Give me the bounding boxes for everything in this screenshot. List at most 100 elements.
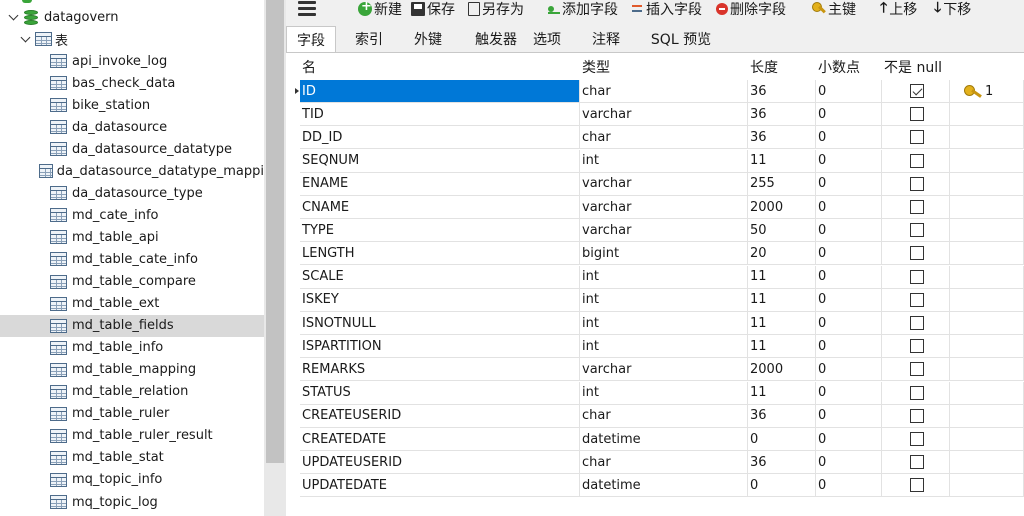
- tree-scrollbar[interactable]: [264, 0, 286, 516]
- tree-table-item[interactable]: da_datasource_type: [0, 182, 264, 204]
- field-decimals-cell[interactable]: 0: [816, 242, 882, 266]
- field-decimals-cell[interactable]: 0: [816, 80, 882, 103]
- field-not-null-cell[interactable]: [882, 381, 950, 405]
- chevron-down-icon[interactable]: [8, 11, 20, 23]
- table-row[interactable]: UPDATEDATE datetime 0 0: [286, 474, 1024, 498]
- tree-table-item[interactable]: mq_topic_log: [0, 491, 264, 513]
- field-type-cell[interactable]: varchar: [580, 196, 748, 219]
- field-not-null-cell[interactable]: [882, 358, 950, 382]
- chevron-down-icon[interactable]: [20, 33, 32, 45]
- field-decimals-cell[interactable]: 0: [816, 404, 882, 428]
- tab-fields[interactable]: 字段: [286, 26, 336, 52]
- field-type-cell[interactable]: varchar: [580, 103, 748, 127]
- field-not-null-cell[interactable]: [882, 428, 950, 451]
- field-key-cell[interactable]: [950, 149, 1024, 173]
- field-key-cell[interactable]: [950, 242, 1024, 266]
- tab-comments[interactable]: 注释: [584, 26, 628, 52]
- field-key-cell[interactable]: [950, 451, 1024, 475]
- field-decimals-cell[interactable]: 0: [816, 312, 882, 335]
- not-null-checkbox[interactable]: [910, 223, 924, 238]
- not-null-checkbox[interactable]: [910, 153, 924, 168]
- field-length-cell[interactable]: 11: [748, 288, 816, 312]
- tree-table-item[interactable]: md_table_mapping: [0, 359, 264, 381]
- field-length-cell[interactable]: 2000: [748, 358, 816, 382]
- field-decimals-cell[interactable]: 0: [816, 149, 882, 173]
- table-row[interactable]: TYPE varchar 50 0: [286, 219, 1024, 243]
- table-row[interactable]: CREATEDATE datetime 0 0: [286, 428, 1024, 451]
- tab-triggers[interactable]: 触发器: [468, 26, 524, 52]
- field-name-cell[interactable]: CREATEUSERID: [300, 404, 580, 428]
- field-length-cell[interactable]: 50: [748, 219, 816, 243]
- tab-foreign-keys[interactable]: 外键: [403, 26, 453, 52]
- not-null-checkbox[interactable]: [910, 246, 924, 261]
- table-row[interactable]: UPDATEUSERID char 36 0: [286, 451, 1024, 475]
- field-length-cell[interactable]: 255: [748, 172, 816, 196]
- column-header-not-null[interactable]: 不是 null: [882, 53, 950, 80]
- tab-sql-preview[interactable]: SQL 预览: [648, 26, 714, 52]
- not-null-checkbox[interactable]: [910, 107, 924, 122]
- table-row[interactable]: ISNOTNULL int 11 0: [286, 312, 1024, 335]
- field-decimals-cell[interactable]: 0: [816, 428, 882, 451]
- field-key-cell[interactable]: [950, 474, 1024, 498]
- field-length-cell[interactable]: 36: [748, 404, 816, 428]
- field-key-cell[interactable]: [950, 428, 1024, 451]
- add-field-button[interactable]: 添加字段: [548, 0, 618, 18]
- field-length-cell[interactable]: 11: [748, 381, 816, 405]
- field-not-null-cell[interactable]: [882, 196, 950, 219]
- field-key-cell[interactable]: [950, 265, 1024, 289]
- delete-field-button[interactable]: 删除字段: [716, 0, 786, 18]
- insert-field-button[interactable]: 插入字段: [632, 0, 702, 18]
- field-type-cell[interactable]: int: [580, 312, 748, 335]
- tree-table-item[interactable]: md_table_info: [0, 337, 264, 359]
- not-null-checkbox[interactable]: [910, 385, 924, 400]
- field-name-cell[interactable]: ISNOTNULL: [300, 312, 580, 335]
- tree-scrollbar-thumb[interactable]: [266, 0, 284, 463]
- field-key-cell[interactable]: [950, 381, 1024, 405]
- not-null-checkbox[interactable]: [910, 269, 924, 284]
- field-type-cell[interactable]: datetime: [580, 474, 748, 498]
- tree-table-item[interactable]: da_datasource_datatype_mappi: [0, 160, 264, 182]
- column-header-decimals[interactable]: 小数点: [816, 53, 882, 80]
- tree-tables-folder[interactable]: 表: [0, 28, 264, 50]
- field-name-cell[interactable]: ISPARTITION: [300, 335, 580, 359]
- field-length-cell[interactable]: 20: [748, 242, 816, 266]
- not-null-checkbox[interactable]: [910, 292, 924, 307]
- not-null-checkbox[interactable]: [910, 455, 924, 470]
- field-name-cell[interactable]: UPDATEDATE: [300, 474, 580, 498]
- not-null-checkbox[interactable]: [910, 130, 924, 145]
- table-row[interactable]: DD_ID char 36 0: [286, 126, 1024, 150]
- field-key-cell[interactable]: [950, 404, 1024, 428]
- field-name-cell[interactable]: TYPE: [300, 219, 580, 243]
- field-not-null-cell[interactable]: [882, 288, 950, 312]
- field-decimals-cell[interactable]: 0: [816, 103, 882, 127]
- field-type-cell[interactable]: varchar: [580, 172, 748, 196]
- field-type-cell[interactable]: char: [580, 451, 748, 475]
- field-length-cell[interactable]: 36: [748, 103, 816, 127]
- table-row[interactable]: STATUS int 11 0: [286, 381, 1024, 405]
- tree-table-item[interactable]: mq_topic_info: [0, 469, 264, 491]
- save-as-button[interactable]: 另存为: [468, 0, 524, 18]
- field-name-cell[interactable]: STATUS: [300, 381, 580, 405]
- tree-table-item[interactable]: md_table_fields: [0, 314, 264, 337]
- field-type-cell[interactable]: int: [580, 288, 748, 312]
- field-type-cell[interactable]: int: [580, 265, 748, 289]
- field-key-cell[interactable]: [950, 126, 1024, 150]
- not-null-checkbox[interactable]: [910, 432, 924, 446]
- tree-table-item[interactable]: md_table_stat: [0, 447, 264, 469]
- field-decimals-cell[interactable]: 0: [816, 172, 882, 196]
- move-up-button[interactable]: 🡑 上移: [880, 0, 917, 18]
- field-length-cell[interactable]: 11: [748, 312, 816, 335]
- field-name-cell[interactable]: SEQNUM: [300, 149, 580, 173]
- field-type-cell[interactable]: char: [580, 126, 748, 150]
- field-not-null-cell[interactable]: [882, 149, 950, 173]
- field-name-cell[interactable]: DD_ID: [300, 126, 580, 150]
- field-name-cell[interactable]: ID: [300, 80, 580, 103]
- field-not-null-cell[interactable]: [882, 312, 950, 335]
- field-not-null-cell[interactable]: [882, 80, 950, 103]
- field-length-cell[interactable]: 11: [748, 335, 816, 359]
- field-name-cell[interactable]: SCALE: [300, 265, 580, 289]
- not-null-checkbox[interactable]: [910, 339, 924, 354]
- field-decimals-cell[interactable]: 0: [816, 381, 882, 405]
- not-null-checkbox[interactable]: [910, 200, 924, 214]
- table-row[interactable]: SEQNUM int 11 0: [286, 149, 1024, 173]
